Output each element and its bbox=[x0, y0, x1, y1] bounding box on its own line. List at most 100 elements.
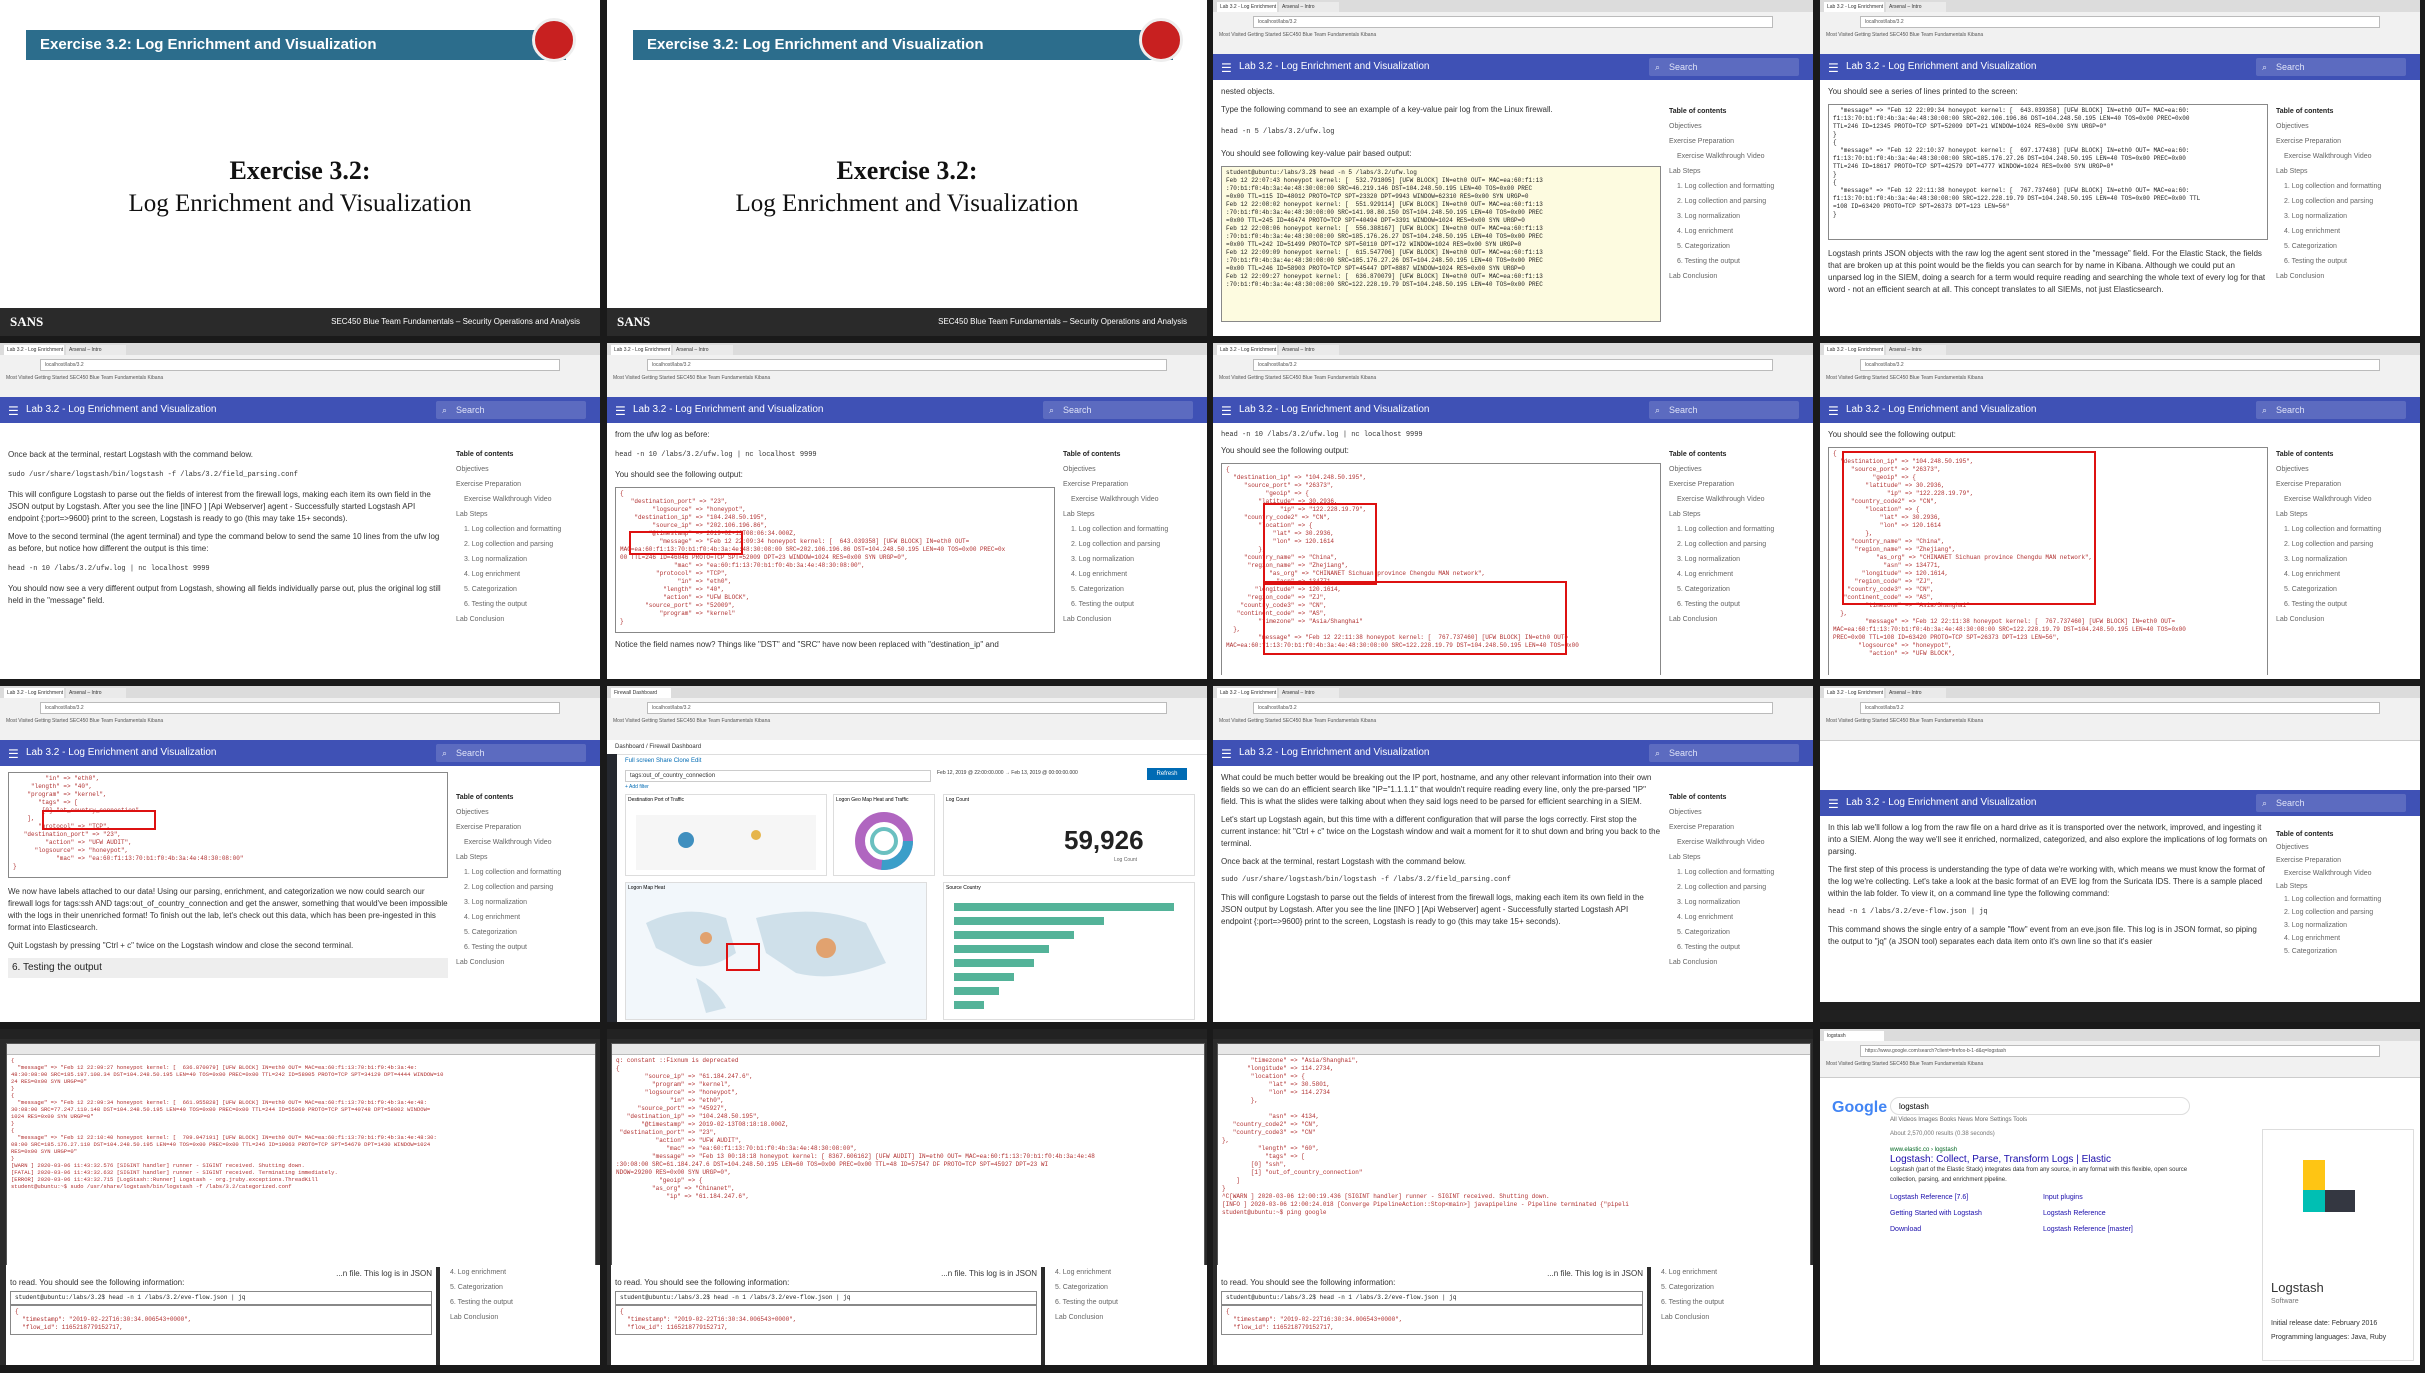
toc-item[interactable]: 4. Log enrichment bbox=[456, 567, 596, 582]
toc-item[interactable]: 6. Testing the output bbox=[456, 940, 596, 955]
toc-item[interactable]: 6. Testing the output bbox=[1669, 940, 1809, 955]
toc-item[interactable]: Exercise Preparation bbox=[1669, 477, 1809, 492]
hamburger-menu-icon[interactable]: ☰ bbox=[1828, 404, 1839, 418]
toc-item[interactable]: 2. Log collection and parsing bbox=[2276, 194, 2416, 209]
query-input[interactable]: tags:out_of_country_connection bbox=[625, 770, 931, 782]
date-picker[interactable]: Feb 12, 2019 @ 22:00:00.000 → Feb 13, 20… bbox=[937, 770, 1137, 776]
browser-tab[interactable]: Lab 3.2 - Log Enrichment bbox=[1824, 688, 1884, 698]
search-input[interactable]: ⌕ Search bbox=[2256, 401, 2406, 419]
toc-item[interactable]: 5. Categorization bbox=[2276, 582, 2416, 597]
hamburger-menu-icon[interactable]: ☰ bbox=[1828, 61, 1839, 75]
url-bar[interactable]: localhost/labs/3.2 bbox=[1253, 16, 1773, 28]
browser-tab[interactable]: Lab 3.2 - Log Enrichment bbox=[4, 688, 64, 698]
toc-item[interactable]: 4. Log enrichment bbox=[1669, 224, 1809, 239]
terminal-window[interactable]: "timezone" => "Asia/Shanghai", "longitud… bbox=[1217, 1043, 1811, 1267]
toc-item[interactable]: 2. Log collection and parsing bbox=[2276, 537, 2416, 552]
url-bar[interactable]: localhost/labs/3.2 bbox=[1253, 702, 1773, 714]
browser-tab[interactable]: Arsenal – Intro bbox=[66, 345, 126, 355]
hamburger-menu-icon[interactable]: ☰ bbox=[1221, 747, 1232, 761]
browser-tab[interactable]: Lab 3.2 - Log Enrichment bbox=[1217, 2, 1277, 12]
toc-item[interactable]: Objectives bbox=[456, 805, 596, 820]
toc-item[interactable]: 5. Categorization bbox=[2276, 945, 2416, 958]
toc-item[interactable]: Exercise Walkthrough Video bbox=[2276, 492, 2416, 507]
sitelink[interactable]: Logstash Reference [7.6] bbox=[1890, 1193, 2037, 1203]
browser-tab[interactable]: Arsenal – Intro bbox=[1886, 2, 1946, 12]
toc-item[interactable]: Exercise Preparation bbox=[456, 477, 596, 492]
toc-item[interactable]: Objectives bbox=[1669, 119, 1809, 134]
toc-item[interactable]: Objectives bbox=[2276, 119, 2416, 134]
browser-tab[interactable]: Arsenal – Intro bbox=[1279, 2, 1339, 12]
search-tabs[interactable]: All Videos Images Books News More Settin… bbox=[1890, 1117, 2027, 1123]
toc-item[interactable]: 4. Log enrichment bbox=[1063, 567, 1203, 582]
hamburger-menu-icon[interactable]: ☰ bbox=[8, 747, 19, 761]
toc-item[interactable]: 1. Log collection and formatting bbox=[1669, 522, 1809, 537]
toc-item[interactable]: Lab Conclusion bbox=[456, 955, 596, 970]
browser-tab[interactable]: Lab 3.2 - Log Enrichment bbox=[1824, 2, 1884, 12]
refresh-button[interactable]: Refresh bbox=[1147, 768, 1187, 780]
toc-item[interactable]: 1. Log collection and formatting bbox=[456, 865, 596, 880]
toc-item[interactable]: Lab Conclusion bbox=[2276, 269, 2416, 284]
search-input[interactable]: ⌕ Search bbox=[2256, 794, 2406, 812]
toc-item[interactable]: Lab Steps bbox=[1669, 850, 1809, 865]
browser-tab[interactable]: Lab 3.2 - Log Enrichment bbox=[1217, 688, 1277, 698]
toc-item[interactable]: 2. Log collection and parsing bbox=[1063, 537, 1203, 552]
toc-item[interactable]: Objectives bbox=[1669, 462, 1809, 477]
toc-item[interactable]: 1. Log collection and formatting bbox=[456, 522, 596, 537]
toc-item[interactable]: 3. Log normalization bbox=[1063, 552, 1203, 567]
url-bar[interactable]: localhost/labs/3.2 bbox=[1253, 359, 1773, 371]
browser-tab[interactable]: Lab 3.2 - Log Enrichment bbox=[611, 345, 671, 355]
url-bar[interactable]: localhost/labs/3.2 bbox=[1860, 359, 2380, 371]
result-title-link[interactable]: Logstash: Collect, Parse, Transform Logs… bbox=[1890, 1155, 2190, 1165]
toc-item[interactable]: Lab Conclusion bbox=[1669, 612, 1809, 627]
sitelink[interactable]: Download bbox=[1890, 1225, 2037, 1235]
sitelink[interactable]: Logstash Reference bbox=[2043, 1209, 2190, 1219]
search-input[interactable]: ⌕ Search bbox=[436, 401, 586, 419]
toc-item[interactable]: 4. Log enrichment bbox=[2276, 567, 2416, 582]
toc-item[interactable]: Exercise Walkthrough Video bbox=[1669, 149, 1809, 164]
toc-item[interactable]: Lab Steps bbox=[1669, 164, 1809, 179]
toc-item[interactable]: Lab Conclusion bbox=[1669, 955, 1809, 970]
toc-item[interactable]: Objectives bbox=[1669, 805, 1809, 820]
search-input[interactable]: ⌕ Search bbox=[1649, 401, 1799, 419]
hamburger-menu-icon[interactable]: ☰ bbox=[1828, 797, 1839, 811]
toc-item[interactable]: Exercise Walkthrough Video bbox=[2276, 867, 2416, 880]
url-bar[interactable]: localhost/labs/3.2 bbox=[1860, 702, 2380, 714]
toc-item[interactable]: Lab Steps bbox=[2276, 164, 2416, 179]
toc-item[interactable]: 6. Testing the output bbox=[2276, 254, 2416, 269]
toc-item[interactable]: Exercise Preparation bbox=[456, 820, 596, 835]
hamburger-menu-icon[interactable]: ☰ bbox=[615, 404, 626, 418]
terminal-window[interactable]: q: constant ::Fixnum is deprecated { "so… bbox=[611, 1043, 1205, 1267]
browser-tab[interactable]: Arsenal – Intro bbox=[1886, 345, 1946, 355]
toc-item[interactable]: Lab Conclusion bbox=[1669, 269, 1809, 284]
terminal-window[interactable]: { "message" => "Feb 12 22:09:27 honeypot… bbox=[6, 1043, 596, 1267]
toc-item[interactable]: Exercise Preparation bbox=[2276, 854, 2416, 867]
toc-item[interactable]: Lab Steps bbox=[1063, 507, 1203, 522]
toc-item[interactable]: 3. Log normalization bbox=[2276, 209, 2416, 224]
toc-item[interactable]: Exercise Preparation bbox=[2276, 477, 2416, 492]
toc-item[interactable]: 1. Log collection and formatting bbox=[1669, 865, 1809, 880]
search-input[interactable]: ⌕ Search bbox=[1649, 58, 1799, 76]
url-bar[interactable]: localhost/labs/3.2 bbox=[40, 702, 560, 714]
toc-item[interactable]: Lab Conclusion bbox=[456, 612, 596, 627]
toc-item[interactable]: 5. Categorization bbox=[1669, 925, 1809, 940]
toc-item[interactable]: Lab Steps bbox=[2276, 507, 2416, 522]
sitelink[interactable]: Input plugins bbox=[2043, 1193, 2190, 1203]
url-bar[interactable]: localhost/labs/3.2 bbox=[1860, 16, 2380, 28]
browser-tab[interactable]: Lab 3.2 - Log Enrichment bbox=[1824, 345, 1884, 355]
hamburger-menu-icon[interactable]: ☰ bbox=[8, 404, 19, 418]
toc-item[interactable]: 4. Log enrichment bbox=[1669, 567, 1809, 582]
toc-item[interactable]: 6. Testing the output bbox=[2276, 597, 2416, 612]
toc-item[interactable]: 5. Categorization bbox=[1669, 239, 1809, 254]
browser-tab[interactable]: Arsenal – Intro bbox=[673, 345, 733, 355]
toc-item[interactable]: 4. Log enrichment bbox=[456, 910, 596, 925]
toc-item[interactable]: 1. Log collection and formatting bbox=[1063, 522, 1203, 537]
toc-item[interactable]: 1. Log collection and formatting bbox=[1669, 179, 1809, 194]
url-bar[interactable]: https://www.google.com/search?client=fir… bbox=[1860, 1045, 2380, 1057]
dashboard-toolbar[interactable]: Full screen Share Clone Edit bbox=[625, 758, 701, 764]
toc-item[interactable]: 6. Testing the output bbox=[1669, 597, 1809, 612]
toc-item[interactable]: 4. Log enrichment bbox=[2276, 224, 2416, 239]
search-input[interactable]: ⌕ Search bbox=[1043, 401, 1193, 419]
toc-item[interactable]: Exercise Preparation bbox=[1669, 134, 1809, 149]
browser-tab[interactable]: Lab 3.2 - Log Enrichment bbox=[1217, 345, 1277, 355]
toc-item[interactable]: 2. Log collection and parsing bbox=[456, 537, 596, 552]
